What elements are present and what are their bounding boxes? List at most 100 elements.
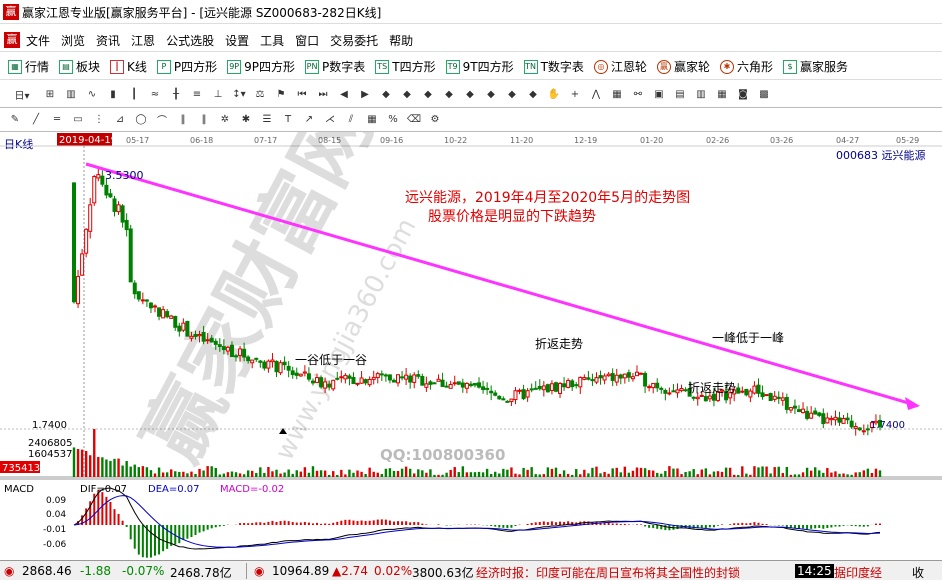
print-icon[interactable]: ▩ [755, 86, 773, 103]
candle-body [833, 416, 838, 421]
menu-info[interactable]: 资讯 [96, 32, 120, 49]
toolbar-9t-square[interactable]: T9 9T四方形 [445, 58, 514, 75]
menu-window[interactable]: 窗口 [295, 32, 319, 49]
first-icon[interactable]: ⏮ [293, 86, 311, 103]
candle-body [428, 381, 433, 385]
calendar-icon[interactable]: ▣ [650, 86, 668, 103]
diamond-right-icon[interactable]: ◆ [398, 86, 416, 103]
candle-body [331, 379, 336, 390]
cursor-dropdown-icon[interactable]: ↕▾ [230, 86, 248, 103]
pencil-icon[interactable]: ✎ [6, 111, 24, 128]
toolbar-p-table[interactable]: PN P数字表 [305, 58, 365, 75]
toolbar-sector[interactable]: ▤ 板块 [59, 58, 100, 75]
diamond-b-icon[interactable]: ◆ [482, 86, 500, 103]
menu-help[interactable]: 帮助 [389, 32, 413, 49]
crosshair-icon[interactable]: + [566, 86, 584, 103]
time-tool-icon[interactable]: ‖ [195, 111, 213, 128]
menu-browse[interactable]: 浏览 [61, 32, 85, 49]
diamond-up-icon[interactable]: ◆ [419, 86, 437, 103]
collapse-button[interactable]: 收 [912, 564, 924, 581]
marker-icon[interactable]: ⊥ [209, 86, 227, 103]
diamond-c-icon[interactable]: ◆ [503, 86, 521, 103]
line-tool-icon[interactable]: ╱ [27, 111, 45, 128]
toolbar-quotes[interactable]: ▦ 行情 [8, 58, 49, 75]
menu-file[interactable]: 文件 [26, 32, 50, 49]
title-bar: 赢 赢家江恩专业版[赢家服务平台] - [远兴能源 SZ000683-282日K… [0, 0, 942, 24]
toolbar-gann-wheel[interactable]: ◎ 江恩轮 [593, 58, 647, 75]
diamond-d-icon[interactable]: ◆ [524, 86, 542, 103]
kline-chart[interactable]: 2019-04-19 05-17 06-18 07-17 08-15 09-16 10-2… [0, 89, 942, 560]
next-icon[interactable]: ▶ [356, 86, 374, 103]
grid-square-icon[interactable]: ▦ [363, 111, 381, 128]
toolbar-winner-wheel[interactable]: 赢赢家轮 [656, 58, 710, 75]
day-period-dropdown[interactable]: 日▾ [6, 86, 38, 103]
calculator-icon[interactable]: ▤ [671, 86, 689, 103]
fib-tool-icon[interactable]: ☰ [258, 111, 276, 128]
volume-label-3: 735413 [2, 463, 40, 474]
book-icon[interactable]: ▥ [692, 86, 710, 103]
text-tool-icon[interactable]: T [279, 111, 297, 128]
wave-icon[interactable]: ≈ [146, 86, 164, 103]
ray-tool-icon[interactable]: ⋌ [321, 111, 339, 128]
diamond-down-icon[interactable]: ◆ [440, 86, 458, 103]
wheel-tool-icon[interactable]: ✲ [216, 111, 234, 128]
ellipse-tool-icon[interactable]: ◯ [132, 111, 150, 128]
gann-angle-icon[interactable]: ⊿ [111, 111, 129, 128]
candle-body [817, 412, 822, 416]
menu-trade[interactable]: 交易委托 [330, 32, 378, 49]
prev-icon[interactable]: ◀ [335, 86, 353, 103]
menu-tools[interactable]: 工具 [260, 32, 284, 49]
volume-bar [89, 455, 92, 477]
volume-bar [627, 472, 631, 477]
diamond-left-icon[interactable]: ◆ [377, 86, 395, 103]
flag-icon[interactable]: ⚑ [272, 86, 290, 103]
stack-icon[interactable]: ≡ [188, 86, 206, 103]
weight-icon[interactable]: ⚖ [251, 86, 269, 103]
candle-body [282, 361, 287, 366]
toolbar-t-table[interactable]: TN T数字表 [523, 58, 584, 75]
film-icon[interactable]: ▦ [713, 86, 731, 103]
menu-logo-icon[interactable]: 赢 [4, 32, 20, 48]
toolbar-9p-square[interactable]: 9P 9P四方形 [227, 58, 295, 75]
news-ticker-2[interactable]: 据印度经 [834, 564, 882, 581]
parallel-tool-icon[interactable]: ═ [48, 111, 66, 128]
toolbar-hexagon[interactable]: ✱ 六角形 [719, 58, 773, 75]
zoom-icon[interactable]: ⊞ [41, 86, 59, 103]
toolbar-kline[interactable]: ┃ K线 [110, 58, 147, 75]
star-tool-icon[interactable]: ✱ [237, 111, 255, 128]
toolbar-t-square[interactable]: TS T四方形 [375, 58, 436, 75]
grid-tool-icon[interactable]: ▦ [608, 86, 626, 103]
menu-settings[interactable]: 设置 [225, 32, 249, 49]
link-icon[interactable]: ⚯ [629, 86, 647, 103]
ohlc-icon[interactable]: ╂ [167, 86, 185, 103]
settings-icon[interactable]: ⚙ [426, 111, 444, 128]
diamond-a-icon[interactable]: ◆ [461, 86, 479, 103]
camera-icon[interactable]: ◙ [734, 86, 752, 103]
rect-tool-icon[interactable]: ▭ [69, 111, 87, 128]
bar-chart-icon[interactable]: ▮ [104, 86, 122, 103]
toolbar-p-square[interactable]: P P四方形 [156, 58, 217, 75]
chart-type-icon[interactable]: ▥ [62, 86, 80, 103]
candle-body [736, 387, 741, 394]
line-chart-icon[interactable]: ∿ [83, 86, 101, 103]
toolbar-service[interactable]: $ 赢家服务 [782, 58, 848, 75]
candle-body [509, 398, 514, 403]
volume-bar [793, 474, 797, 477]
fan-tool-icon[interactable]: ⋮ [90, 111, 108, 128]
kline-svg[interactable]: 2019-04-19 05-17 06-18 07-17 08-15 09-16 10-2… [0, 89, 942, 560]
volume-bar [862, 470, 865, 477]
hand-icon[interactable]: ✋ [545, 86, 563, 103]
percent-icon[interactable]: % [384, 111, 402, 128]
candle-chart-icon[interactable]: ┃ [125, 86, 143, 103]
last-icon[interactable]: ⏭ [314, 86, 332, 103]
channel-tool-icon[interactable]: ⫽ [342, 111, 360, 128]
menu-formula[interactable]: 公式选股 [166, 32, 214, 49]
arc-tool-icon[interactable]: ⌒ [153, 111, 171, 128]
menu-gann[interactable]: 江恩 [131, 32, 155, 49]
volume-bar [615, 467, 618, 477]
eraser-icon[interactable]: ⌫ [405, 111, 423, 128]
cycle-tool-icon[interactable]: ‖ [174, 111, 192, 128]
arrow-tool-icon[interactable]: ↗ [300, 111, 318, 128]
pattern-icon[interactable]: ⋀ [587, 86, 605, 103]
news-ticker[interactable]: 经济时报：印度可能在周日宣布将其全国性的封锁 [476, 564, 740, 581]
